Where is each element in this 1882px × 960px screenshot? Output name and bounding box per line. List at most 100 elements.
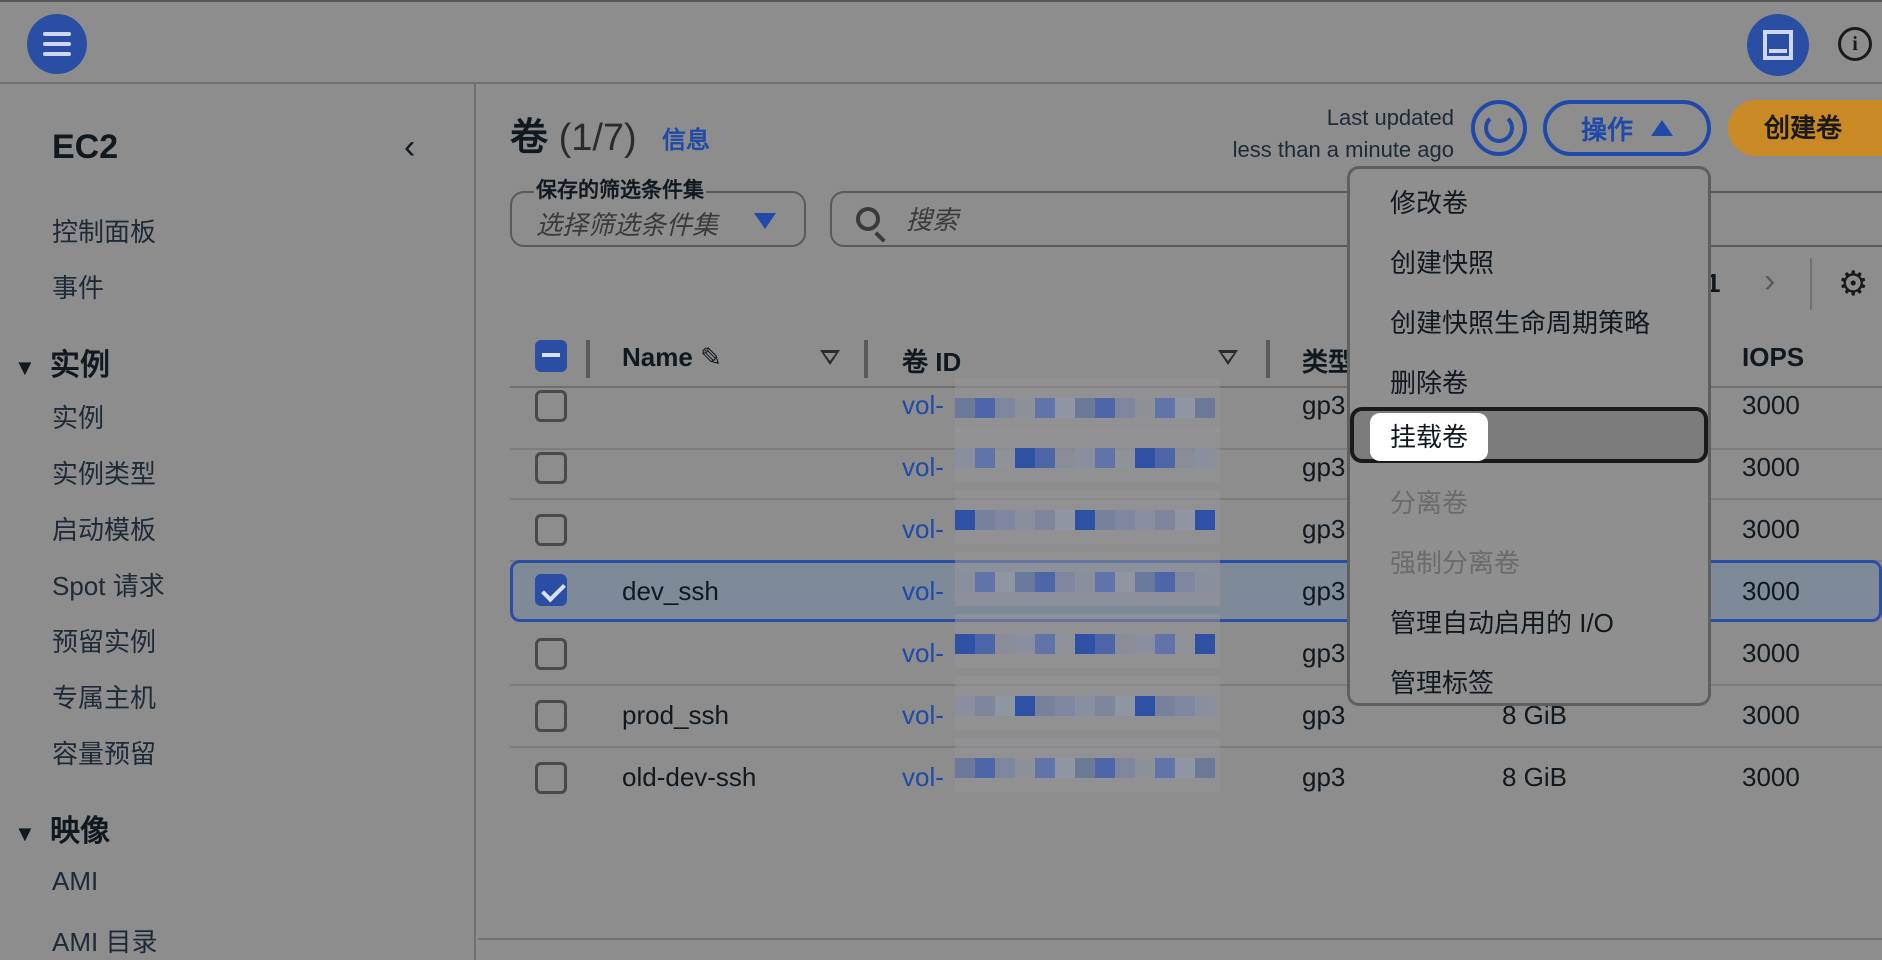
cell-type: gp3 — [1302, 390, 1346, 420]
menu-item-attach-volume[interactable]: 挂载卷 — [1350, 407, 1708, 463]
dropdown-caret-icon — [754, 213, 776, 229]
redaction-pixel — [1155, 510, 1175, 530]
search-input[interactable] — [906, 201, 1406, 239]
cell-volume-id[interactable]: vol- — [902, 452, 944, 483]
redaction-pixel — [1015, 510, 1035, 530]
cell-size: 8 GiB — [1502, 762, 1568, 792]
redaction-pixel — [1195, 634, 1215, 654]
row-checkbox[interactable] — [535, 514, 567, 546]
actions-button[interactable]: 操作 — [1543, 100, 1711, 156]
sidebar-section-images[interactable]: ▼ 映像 — [14, 806, 110, 850]
redaction-pixel — [1155, 696, 1175, 716]
column-divider — [864, 340, 868, 378]
sidebar-item-launch-templates[interactable]: 启动模板 — [52, 510, 156, 547]
collapse-sidebar-icon[interactable]: ‹ — [404, 128, 415, 167]
redaction-pixel — [1115, 448, 1135, 468]
hamburger-icon[interactable] — [27, 14, 87, 74]
cell-volume-id[interactable]: vol- — [902, 638, 944, 669]
redaction-pixel — [1175, 448, 1195, 468]
redaction-pixel — [1195, 572, 1215, 592]
sort-icon[interactable] — [1218, 350, 1238, 365]
gear-icon[interactable]: ⚙ — [1838, 264, 1868, 304]
redaction-pixel — [1055, 696, 1075, 716]
column-header-iops[interactable]: IOPS — [1742, 342, 1804, 373]
sidebar-item-events[interactable]: 事件 — [52, 268, 104, 305]
redaction-pixel — [1155, 634, 1175, 654]
cell-volume-id[interactable]: vol- — [902, 390, 944, 421]
redaction-pixel — [1035, 572, 1055, 592]
redaction-pixel — [1115, 758, 1135, 778]
redaction-pixel — [1155, 448, 1175, 468]
sidebar-section-instances[interactable]: ▼ 实例 — [14, 340, 110, 384]
column-header-name[interactable]: Name ✎ — [622, 342, 722, 373]
redaction-pixel — [1155, 572, 1175, 592]
redaction-pixel — [975, 758, 995, 778]
redaction-pixel — [1035, 634, 1055, 654]
redacted-volume-id — [955, 738, 1220, 792]
expand-triangle-icon: ▼ — [14, 821, 36, 846]
redaction-pixel — [995, 510, 1015, 530]
redaction-pixel — [1015, 448, 1035, 468]
redaction-pixel — [1095, 448, 1115, 468]
row-checkbox[interactable] — [535, 390, 567, 422]
sidebar-item-ami-catalog[interactable]: AMI 目录 — [52, 922, 157, 959]
sidebar-item-dedicated-hosts[interactable]: 专属主机 — [52, 678, 156, 715]
menu-item-delete-volume[interactable]: 删除卷 — [1350, 355, 1708, 411]
actions-dropdown-menu: 修改卷 创建快照 创建快照生命周期策略 删除卷 挂载卷 分离卷 强制分离卷 管理… — [1347, 166, 1711, 706]
menu-item-create-snapshot[interactable]: 创建快照 — [1350, 235, 1708, 291]
menu-item-manage-tags[interactable]: 管理标签 — [1350, 655, 1708, 711]
redaction-pixel — [1135, 758, 1155, 778]
next-page-icon[interactable]: › — [1764, 262, 1775, 301]
redaction-pixel — [1175, 696, 1195, 716]
cell-volume-id[interactable]: vol- — [902, 700, 944, 731]
column-header-volume-id[interactable]: 卷 ID — [902, 342, 961, 379]
redaction-pixel — [1115, 510, 1135, 530]
menu-item-manage-auto-enabled-io[interactable]: 管理自动启用的 I/O — [1350, 595, 1708, 651]
sidebar-item-instances[interactable]: 实例 — [52, 398, 104, 435]
refresh-button[interactable] — [1471, 100, 1527, 156]
row-checkbox-checked[interactable] — [535, 574, 567, 606]
redaction-pixel — [1095, 758, 1115, 778]
sidebar-item-instance-types[interactable]: 实例类型 — [52, 454, 156, 491]
redaction-pixel — [955, 398, 975, 418]
menu-item-create-snapshot-lifecycle-policy[interactable]: 创建快照生命周期策略 — [1350, 295, 1708, 351]
info-link[interactable]: 信息 — [662, 120, 710, 155]
create-volume-button[interactable]: 创建卷 — [1728, 100, 1882, 156]
pencil-icon: ✎ — [700, 342, 722, 372]
redaction-pixel — [1135, 696, 1155, 716]
sort-icon[interactable] — [820, 350, 840, 365]
redaction-pixel — [995, 634, 1015, 654]
sidebar-item-reserved-instances[interactable]: 预留实例 — [52, 622, 156, 659]
redaction-pixel — [1015, 634, 1035, 654]
cell-volume-id[interactable]: vol- — [902, 762, 944, 793]
redaction-pixel — [995, 758, 1015, 778]
redaction-pixel — [1055, 510, 1075, 530]
row-checkbox[interactable] — [535, 700, 567, 732]
sidebar-item-spot-requests[interactable]: Spot 请求 — [52, 566, 165, 603]
cell-type: gp3 — [1302, 514, 1346, 544]
menu-item-modify-volume[interactable]: 修改卷 — [1350, 175, 1708, 231]
select-all-checkbox[interactable] — [535, 340, 567, 372]
row-checkbox[interactable] — [535, 452, 567, 484]
info-icon[interactable]: i — [1838, 27, 1872, 61]
row-checkbox[interactable] — [535, 762, 567, 794]
redaction-pixel — [1035, 758, 1055, 778]
cell-volume-id[interactable]: vol- — [902, 514, 944, 545]
search-icon — [856, 207, 880, 231]
sidebar-item-capacity-reservations[interactable]: 容量预留 — [52, 734, 156, 771]
redaction-pixel — [1135, 448, 1155, 468]
menu-item-force-detach-volume: 强制分离卷 — [1390, 548, 1521, 578]
sidebar-item-ami[interactable]: AMI — [52, 866, 98, 897]
redaction-pixel — [1115, 696, 1135, 716]
expand-triangle-icon: ▼ — [14, 355, 36, 380]
caret-up-icon — [1651, 120, 1673, 136]
redaction-pixel — [955, 696, 975, 716]
row-checkbox[interactable] — [535, 638, 567, 670]
redaction-pixel — [1135, 398, 1155, 418]
split-panel-icon[interactable] — [1747, 14, 1809, 76]
cell-volume-id[interactable]: vol- — [902, 576, 944, 607]
redaction-pixel — [955, 448, 975, 468]
cell-name: prod_ssh — [622, 700, 729, 730]
redaction-pixel — [1055, 572, 1075, 592]
sidebar-item-dashboard[interactable]: 控制面板 — [52, 212, 156, 249]
